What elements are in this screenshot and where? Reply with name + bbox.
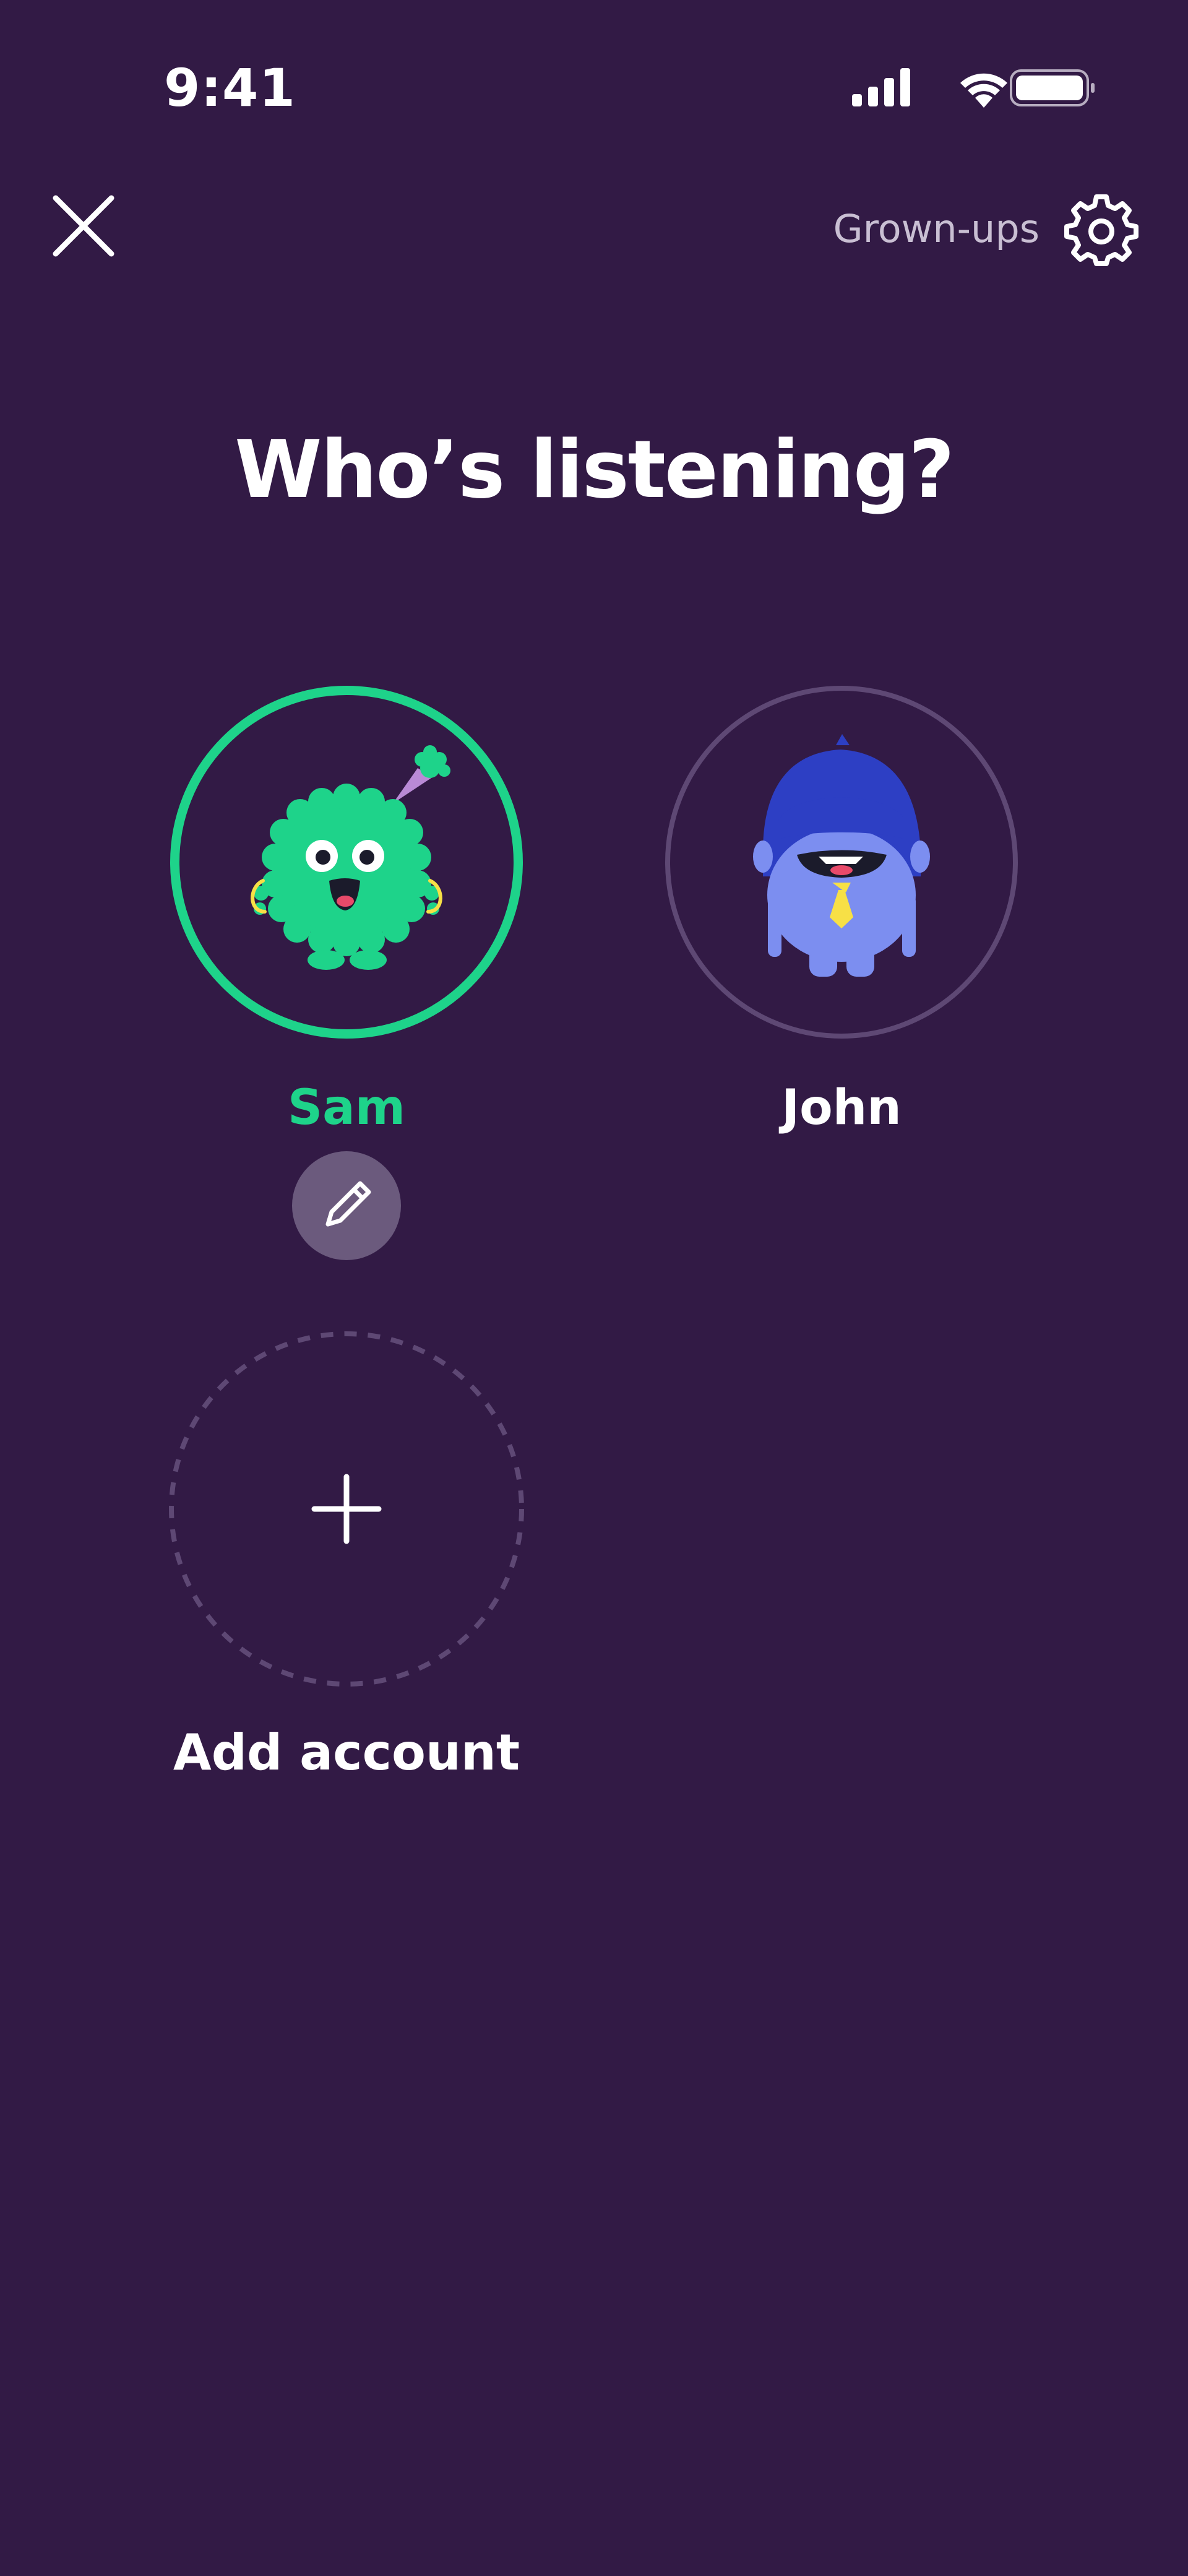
profile-name-john: John: [781, 1080, 902, 1136]
wifi-icon: [960, 73, 1007, 108]
profile-avatar-john[interactable]: [665, 686, 1018, 1039]
gear-icon: [1064, 194, 1138, 266]
green-monster-avatar: [251, 745, 450, 970]
profile-name-sam: Sam: [287, 1080, 406, 1136]
add-account-label: Add account: [173, 1724, 520, 1781]
pencil-icon: [325, 1181, 371, 1227]
add-account-button[interactable]: [167, 1329, 526, 1688]
plus-icon: [311, 1474, 382, 1544]
page-title: Who’s listening?: [235, 424, 955, 516]
blue-monster-avatar: [753, 734, 930, 977]
cellular-signal-icon: [852, 68, 910, 106]
grown-ups-link[interactable]: Grown-ups: [833, 204, 1040, 254]
edit-profile-button[interactable]: [292, 1151, 401, 1260]
profile-avatar-sam[interactable]: [170, 686, 523, 1039]
status-time: 9:41: [164, 58, 296, 118]
close-button[interactable]: [50, 192, 118, 260]
battery-icon: [1010, 69, 1095, 106]
status-icons: [848, 62, 1095, 111]
settings-button[interactable]: [1064, 192, 1138, 266]
close-icon: [53, 195, 114, 257]
